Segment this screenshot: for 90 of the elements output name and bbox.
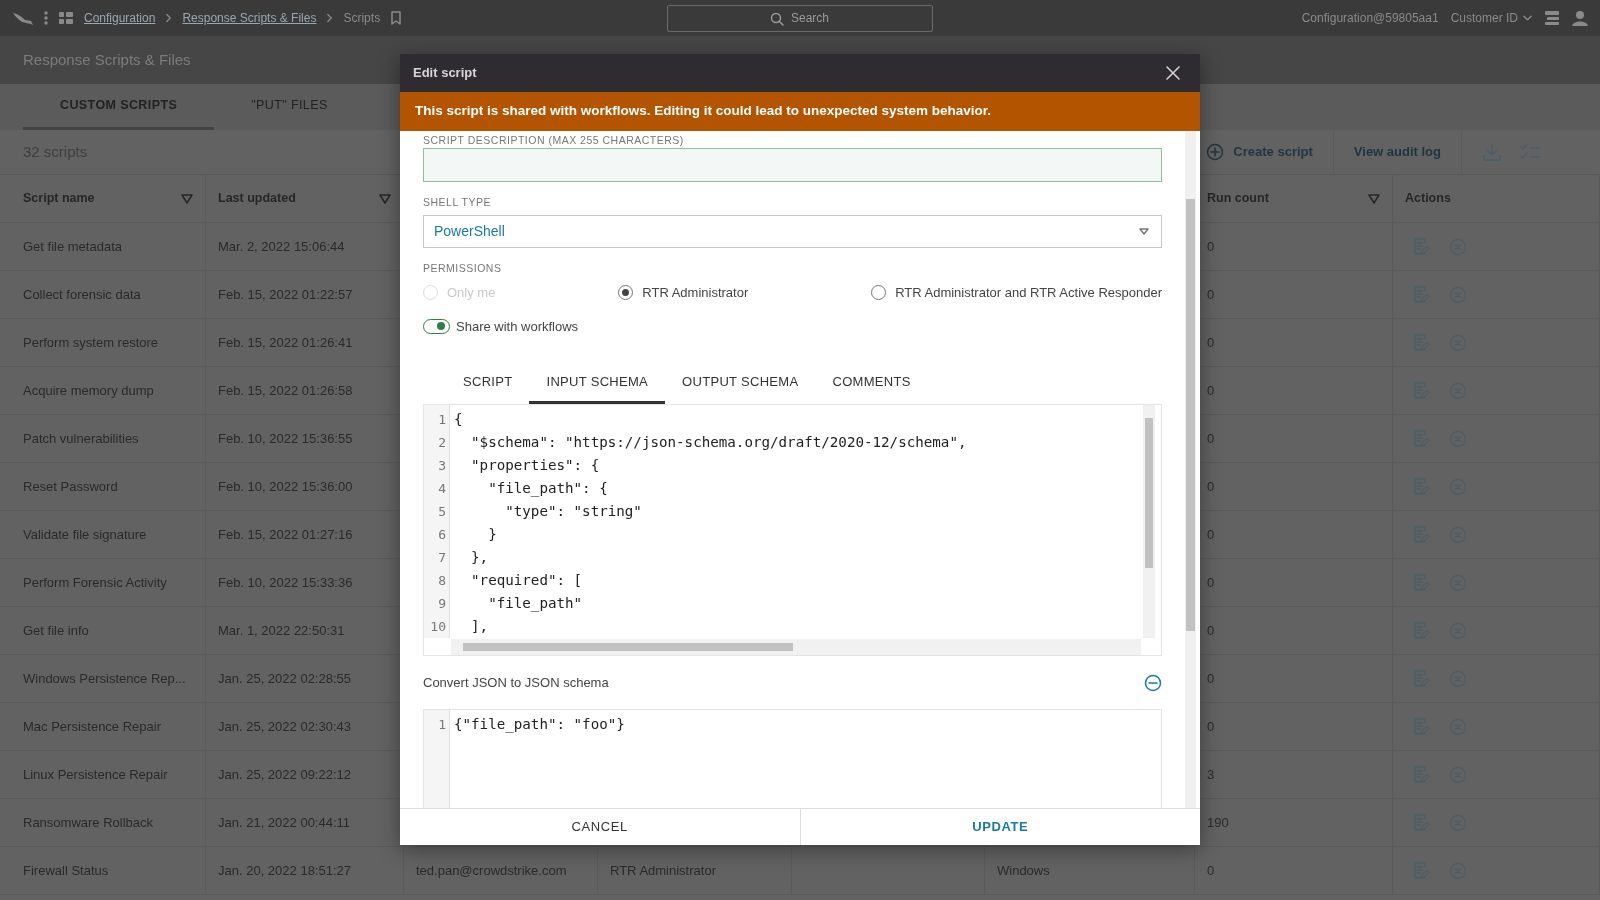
line-number: 2 (437, 434, 446, 452)
column-header: Script name (23, 190, 95, 208)
column-header: Last updated (218, 190, 296, 208)
toggle-label: Share with workflows (456, 317, 579, 336)
table-cell: Reset Password (0, 463, 206, 511)
line-number: 1 (437, 411, 446, 429)
tab[interactable]: SCRIPT (446, 363, 530, 404)
code-line: { (454, 410, 464, 429)
sort-icon[interactable] (181, 193, 193, 204)
tab[interactable]: OUTPUT SCHEMA (665, 363, 816, 404)
scrollbar[interactable] (1143, 405, 1155, 638)
code-line: "file_path": { (487, 479, 609, 499)
customer-menu[interactable]: Customer ID (1450, 9, 1532, 27)
table-cell: Linux Persistence Repair (0, 751, 206, 799)
close-icon[interactable] (1166, 66, 1180, 80)
table-cell: RTR Administrator (598, 847, 792, 895)
tab[interactable]: COMMENTS (815, 363, 928, 404)
code-line: } (487, 525, 498, 544)
breadcrumb-link[interactable]: Configuration (84, 9, 156, 27)
section-label: Convert JSON to JSON schema (423, 674, 609, 692)
code-line: ], (470, 617, 490, 636)
code-line: "$schema": "https://json-schema.org/draft/2020-12/schema", (470, 433, 968, 452)
scrollbar[interactable] (451, 639, 1141, 655)
table-cell: Perform system restore (0, 319, 206, 367)
table-cell: Firewall Status (0, 847, 206, 895)
search-field[interactable]: Search (667, 4, 933, 32)
chevron-icon (165, 13, 173, 23)
field-label: SHELL TYPE (423, 196, 493, 208)
table-cell: Mac Persistence Repair (0, 703, 206, 751)
radio-label: RTR Administrator and RTR Active Responder (895, 284, 1162, 302)
warning-banner: This script is shared with workflows. Editing it could lead to unexpected system behavior. (400, 92, 1200, 131)
line-number: 1 (437, 715, 446, 734)
apps-icon[interactable] (58, 11, 74, 25)
table-cell: Windows (985, 847, 1195, 895)
field-label: PERMISSIONS (423, 262, 503, 274)
caret-icon (1139, 228, 1149, 235)
modal-title: Edit script (413, 64, 477, 83)
code-line: "file_path" (487, 594, 584, 614)
field-label: SCRIPT DESCRIPTION (MAX 255 CHARACTERS) (423, 134, 685, 146)
bird-icon[interactable] (12, 10, 34, 26)
scrollbar[interactable] (1185, 131, 1196, 808)
table-cell: ted.pan@crowdstrike.com (404, 847, 598, 895)
code-line: "required": [ (470, 571, 584, 590)
line-number: 7 (437, 549, 446, 567)
minus-circle-icon[interactable] (1144, 673, 1162, 692)
search-icon (770, 11, 784, 26)
update-button[interactable]: UPDATE (799, 809, 1200, 845)
column-header: Actions (1405, 190, 1451, 208)
layers-icon[interactable] (1544, 10, 1560, 26)
table-cell: Ransomware Rollback (0, 799, 206, 847)
plus-circle-icon (1206, 143, 1225, 161)
code-line: }, (470, 548, 490, 567)
line-number: 8 (437, 572, 446, 590)
description-field[interactable] (423, 148, 1162, 182)
table-cell: Patch vulnerabilities (0, 415, 206, 463)
column-header: Run count (1207, 190, 1269, 208)
more-icon[interactable] (44, 11, 48, 25)
tab[interactable]: INPUT SCHEMA (529, 363, 666, 404)
toggle-switch[interactable] (423, 318, 450, 334)
code-line: {"file_path": "foo"} (454, 714, 626, 735)
line-number: 5 (437, 503, 446, 521)
table-cell: Perform Forensic Activity (0, 559, 206, 607)
line-number: 9 (437, 595, 446, 613)
table-cell: Collect forensic data (0, 271, 206, 319)
table-cell: Get file info (0, 607, 206, 655)
radio-label: RTR Administrator (642, 284, 749, 302)
cancel-button[interactable]: CANCEL (400, 809, 800, 845)
breadcrumb-link[interactable]: Response Scripts & Files (182, 9, 317, 27)
table-cell: Jan. 20, 2022 18:51:27 (206, 847, 404, 895)
download-icon[interactable] (1482, 142, 1502, 162)
table-cell: Windows Persistence Rep... (0, 655, 206, 703)
line-number: 6 (437, 526, 446, 544)
table-cell: Get file metadata (0, 223, 206, 271)
account-label: Configuration@59805aa1 (1301, 10, 1439, 27)
line-number: 4 (437, 480, 446, 498)
bookmark-icon[interactable] (390, 11, 403, 25)
code-line: "type": "string" (504, 502, 643, 521)
code-line: "properties": { (470, 456, 601, 475)
shell-type-select[interactable]: PowerShell (423, 215, 1162, 248)
checklist-icon[interactable] (1520, 143, 1540, 161)
sort-icon[interactable] (379, 193, 391, 204)
chevron-icon (326, 13, 334, 23)
user-icon[interactable] (1572, 10, 1588, 26)
line-number: 10 (429, 618, 446, 636)
table-cell: Acquire memory dump (0, 367, 206, 415)
table-cell: Validate file signature (0, 511, 206, 559)
breadcrumb-text: Scripts (343, 10, 381, 27)
caret-icon (1523, 15, 1532, 21)
line-number: 3 (437, 457, 446, 475)
sort-icon[interactable] (1368, 193, 1380, 204)
